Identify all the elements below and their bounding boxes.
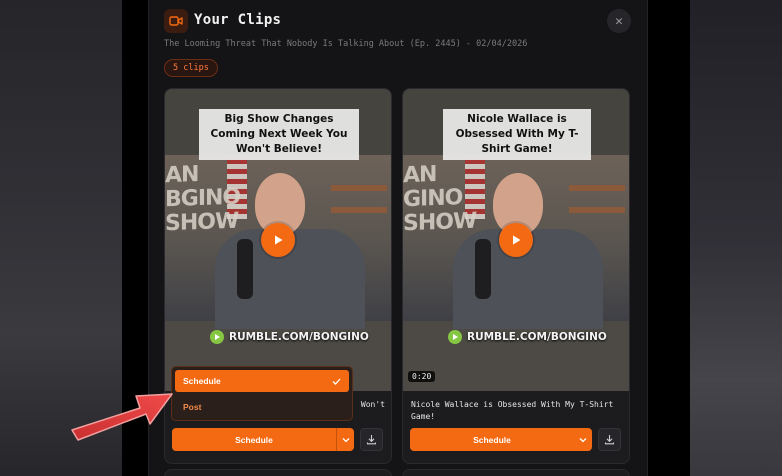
clip-thumbnail[interactable]: AN GINO SHOW Nicole Wallace is Obsessed … (403, 89, 629, 391)
rumble-logo-icon (448, 330, 462, 344)
episode-subtitle: The Looming Threat That Nobody Is Talkin… (164, 39, 528, 49)
duration-badge: 0:20 (408, 371, 436, 382)
clip-count-badge: 5 clips (164, 59, 218, 77)
background-blur-right (690, 0, 782, 476)
rumble-logo-icon (210, 330, 224, 344)
clip-headline: Big Show Changes Coming Next Week You Wo… (199, 109, 359, 160)
play-icon (513, 235, 521, 245)
menu-option-post[interactable]: Post (175, 396, 349, 418)
play-icon (275, 235, 283, 245)
schedule-dropdown-toggle[interactable] (336, 428, 354, 451)
annotation-arrow (71, 393, 173, 441)
download-icon (366, 435, 377, 445)
clip-thumbnail[interactable]: AN BGINO SHOW Big Show Changes Coming Ne… (165, 89, 391, 391)
play-button[interactable] (261, 223, 295, 257)
schedule-options-menu: Schedule Post (171, 366, 353, 421)
menu-option-schedule[interactable]: Schedule (175, 370, 349, 392)
schedule-button-label[interactable]: Schedule (410, 428, 574, 451)
chevron-down-icon (342, 437, 349, 442)
download-button[interactable] (598, 428, 621, 451)
clip-card (164, 469, 392, 476)
schedule-button-label[interactable]: Schedule (172, 428, 336, 451)
rumble-watermark: RUMBLE.COM/BONGINO (447, 329, 607, 345)
close-button[interactable]: ✕ (607, 9, 631, 33)
clip-headline: Nicole Wallace is Obsessed With My T-Shi… (443, 109, 591, 160)
rumble-watermark: RUMBLE.COM/BONGINO (209, 329, 369, 345)
microphone-graphic (237, 239, 253, 299)
clip-card: AN GINO SHOW Nicole Wallace is Obsessed … (402, 88, 630, 464)
close-icon: ✕ (615, 13, 623, 29)
modal-title: Your Clips (194, 12, 282, 28)
download-button[interactable] (360, 428, 383, 451)
microphone-graphic (475, 239, 491, 299)
chevron-down-icon (579, 437, 587, 442)
video-camera-icon (164, 9, 188, 33)
download-icon (604, 435, 615, 445)
schedule-dropdown-toggle[interactable] (574, 428, 592, 451)
schedule-button[interactable]: Schedule (172, 428, 354, 451)
play-button[interactable] (499, 223, 533, 257)
clip-title: Nicole Wallace is Obsessed With My T-Shi… (411, 400, 614, 421)
show-logo-text: AN GINO SHOW (403, 162, 477, 237)
check-icon (332, 378, 341, 385)
show-logo-text: AN BGINO SHOW (165, 162, 241, 237)
clip-card (402, 469, 630, 476)
schedule-button[interactable]: Schedule (410, 428, 592, 451)
